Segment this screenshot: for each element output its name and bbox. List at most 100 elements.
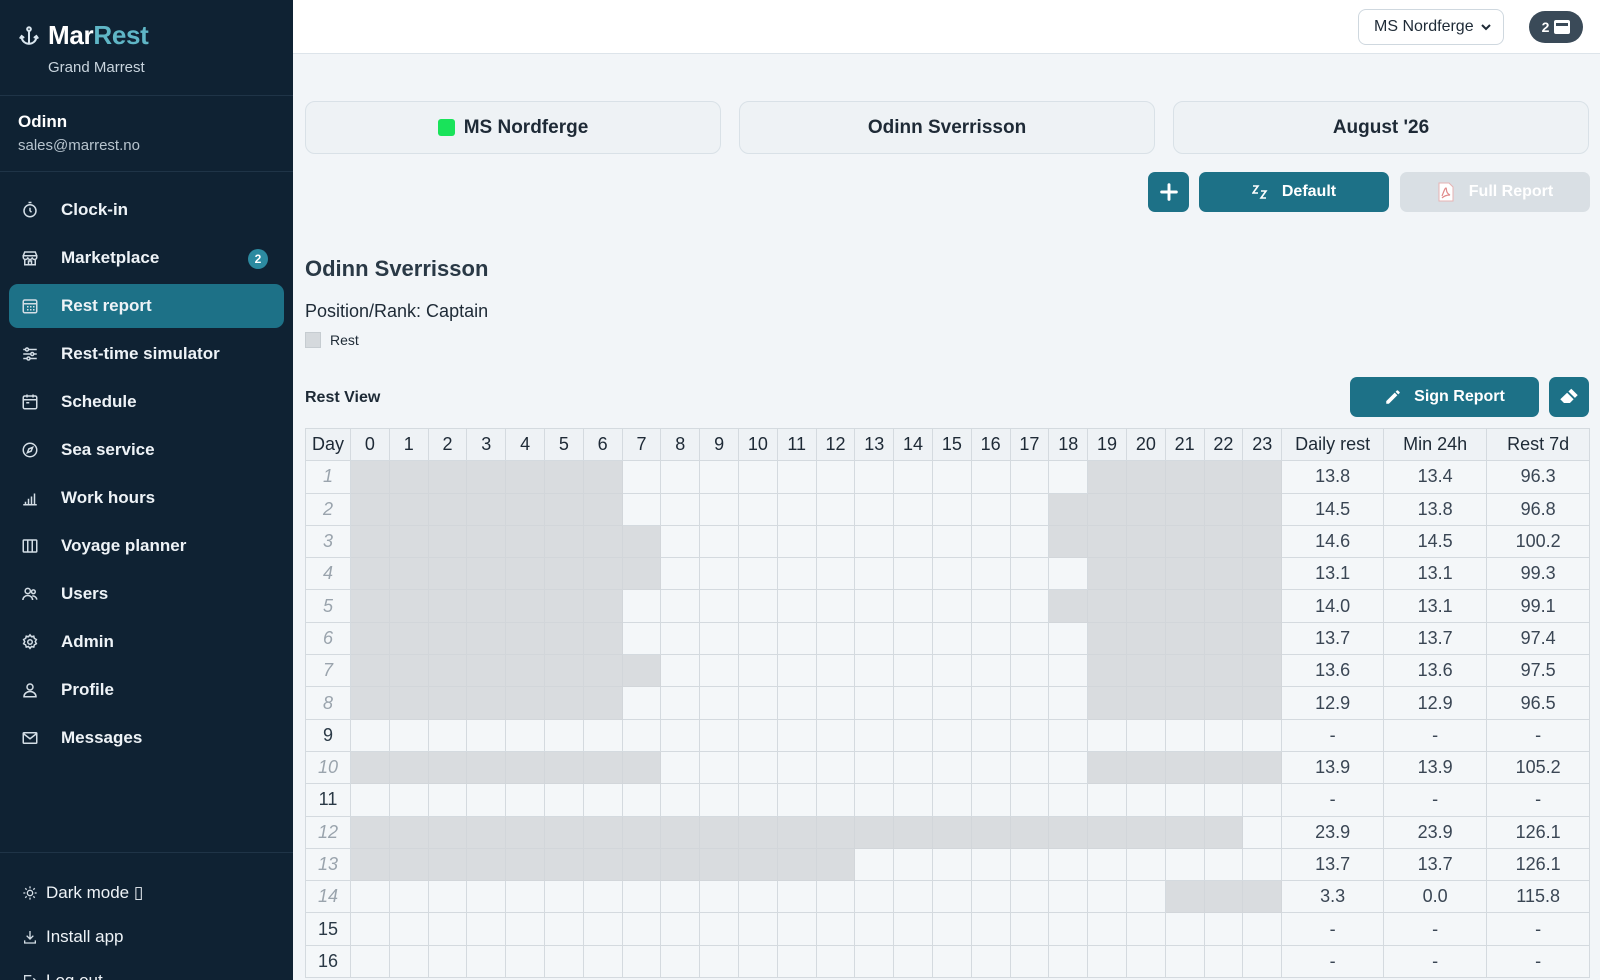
hour-cell-rest[interactable] bbox=[427, 589, 468, 623]
hour-cell-rest[interactable] bbox=[543, 750, 584, 785]
hour-cell[interactable] bbox=[621, 718, 662, 752]
hour-cell-rest[interactable] bbox=[582, 492, 623, 526]
hour-cell-rest[interactable] bbox=[427, 815, 468, 849]
hour-cell-rest[interactable] bbox=[543, 589, 584, 623]
hour-cell-rest[interactable] bbox=[350, 492, 390, 526]
hour-cell-rest[interactable] bbox=[582, 750, 623, 785]
hour-cell[interactable] bbox=[931, 783, 972, 817]
nav-item-voyage-planner[interactable]: Voyage planner bbox=[9, 524, 284, 568]
hour-cell[interactable] bbox=[1009, 460, 1050, 494]
hour-cell[interactable] bbox=[505, 880, 545, 914]
hour-cell-rest[interactable] bbox=[1242, 880, 1283, 914]
hour-cell[interactable] bbox=[1048, 912, 1089, 946]
hour-cell-rest[interactable] bbox=[505, 557, 545, 591]
hour-cell-rest[interactable] bbox=[543, 654, 584, 688]
hour-cell-rest[interactable] bbox=[505, 524, 545, 559]
hour-cell[interactable] bbox=[854, 557, 895, 591]
nav-item-marketplace[interactable]: Marketplace 2 bbox=[9, 236, 284, 280]
hour-cell[interactable] bbox=[970, 783, 1011, 817]
hour-cell-rest[interactable] bbox=[621, 815, 662, 849]
hour-cell[interactable] bbox=[1203, 847, 1244, 882]
hour-cell[interactable] bbox=[776, 944, 817, 979]
hour-cell[interactable] bbox=[660, 557, 701, 591]
hour-cell[interactable] bbox=[1087, 847, 1127, 882]
hour-cell[interactable] bbox=[660, 621, 701, 656]
hour-cell-rest[interactable] bbox=[1048, 815, 1089, 849]
hour-cell[interactable] bbox=[893, 557, 933, 591]
hour-cell[interactable] bbox=[621, 783, 662, 817]
hour-cell-rest[interactable] bbox=[1087, 557, 1127, 591]
hour-cell-rest[interactable] bbox=[1164, 750, 1205, 785]
hour-cell[interactable] bbox=[931, 460, 972, 494]
hour-cell-rest[interactable] bbox=[1203, 621, 1244, 656]
hour-cell[interactable] bbox=[970, 880, 1011, 914]
hour-cell[interactable] bbox=[466, 880, 507, 914]
hour-cell[interactable] bbox=[893, 686, 933, 720]
nav-item-messages[interactable]: Messages bbox=[9, 716, 284, 760]
hour-cell-rest[interactable] bbox=[1203, 686, 1244, 720]
hour-cell[interactable] bbox=[543, 944, 584, 979]
hour-cell[interactable] bbox=[737, 783, 778, 817]
hour-cell-rest[interactable] bbox=[1125, 492, 1166, 526]
nav-item-clock-in[interactable]: Clock-in bbox=[9, 188, 284, 232]
hour-cell[interactable] bbox=[854, 460, 895, 494]
hour-cell-rest[interactable] bbox=[388, 750, 429, 785]
hour-cell-rest[interactable] bbox=[1242, 557, 1283, 591]
hour-cell[interactable] bbox=[543, 912, 584, 946]
hour-cell-rest[interactable] bbox=[582, 589, 623, 623]
hour-cell[interactable] bbox=[970, 750, 1011, 785]
hour-cell-rest[interactable] bbox=[466, 686, 507, 720]
hour-cell[interactable] bbox=[931, 589, 972, 623]
hour-cell[interactable] bbox=[854, 944, 895, 979]
hour-cell[interactable] bbox=[505, 912, 545, 946]
nav-item-sea-service[interactable]: Sea service bbox=[9, 428, 284, 472]
hour-cell[interactable] bbox=[699, 944, 739, 979]
hour-cell[interactable] bbox=[699, 686, 739, 720]
hour-cell[interactable] bbox=[815, 750, 856, 785]
hour-cell[interactable] bbox=[1164, 783, 1205, 817]
nav-item-schedule[interactable]: Schedule bbox=[9, 380, 284, 424]
hour-cell[interactable] bbox=[660, 944, 701, 979]
hour-cell[interactable] bbox=[815, 944, 856, 979]
hour-cell[interactable] bbox=[660, 524, 701, 559]
hour-cell-rest[interactable] bbox=[466, 589, 507, 623]
hour-cell-rest[interactable] bbox=[543, 686, 584, 720]
nav-item-users[interactable]: Users bbox=[9, 572, 284, 616]
hour-cell-rest[interactable] bbox=[1203, 589, 1244, 623]
hour-cell[interactable] bbox=[466, 718, 507, 752]
nav-item-admin[interactable]: Admin bbox=[9, 620, 284, 664]
hour-cell[interactable] bbox=[621, 912, 662, 946]
hour-cell[interactable] bbox=[893, 912, 933, 946]
hour-cell[interactable] bbox=[699, 750, 739, 785]
hour-cell-rest[interactable] bbox=[350, 815, 390, 849]
hour-cell[interactable] bbox=[505, 944, 545, 979]
hour-cell-rest[interactable] bbox=[1203, 880, 1244, 914]
hour-cell-rest[interactable] bbox=[543, 621, 584, 656]
hour-cell[interactable] bbox=[350, 912, 390, 946]
hour-cell[interactable] bbox=[1242, 912, 1283, 946]
hour-cell[interactable] bbox=[893, 654, 933, 688]
hour-cell[interactable] bbox=[660, 492, 701, 526]
hour-cell[interactable] bbox=[466, 944, 507, 979]
hour-cell[interactable] bbox=[621, 621, 662, 656]
hour-cell[interactable] bbox=[893, 750, 933, 785]
hour-cell[interactable] bbox=[737, 460, 778, 494]
hour-cell-rest[interactable] bbox=[1048, 589, 1089, 623]
hour-cell[interactable] bbox=[893, 492, 933, 526]
hour-cell[interactable] bbox=[776, 654, 817, 688]
hour-cell-rest[interactable] bbox=[505, 847, 545, 882]
hour-cell[interactable] bbox=[1009, 589, 1050, 623]
hour-cell[interactable] bbox=[776, 460, 817, 494]
hour-cell-rest[interactable] bbox=[505, 589, 545, 623]
hour-cell[interactable] bbox=[660, 880, 701, 914]
hour-cell-rest[interactable] bbox=[1087, 621, 1127, 656]
hour-cell[interactable] bbox=[1009, 654, 1050, 688]
hour-cell[interactable] bbox=[815, 783, 856, 817]
hour-cell-rest[interactable] bbox=[1164, 654, 1205, 688]
hour-cell[interactable] bbox=[854, 492, 895, 526]
hour-cell[interactable] bbox=[776, 557, 817, 591]
hour-cell-rest[interactable] bbox=[350, 750, 390, 785]
hour-cell[interactable] bbox=[621, 589, 662, 623]
hour-cell[interactable] bbox=[854, 783, 895, 817]
hour-cell[interactable] bbox=[699, 880, 739, 914]
